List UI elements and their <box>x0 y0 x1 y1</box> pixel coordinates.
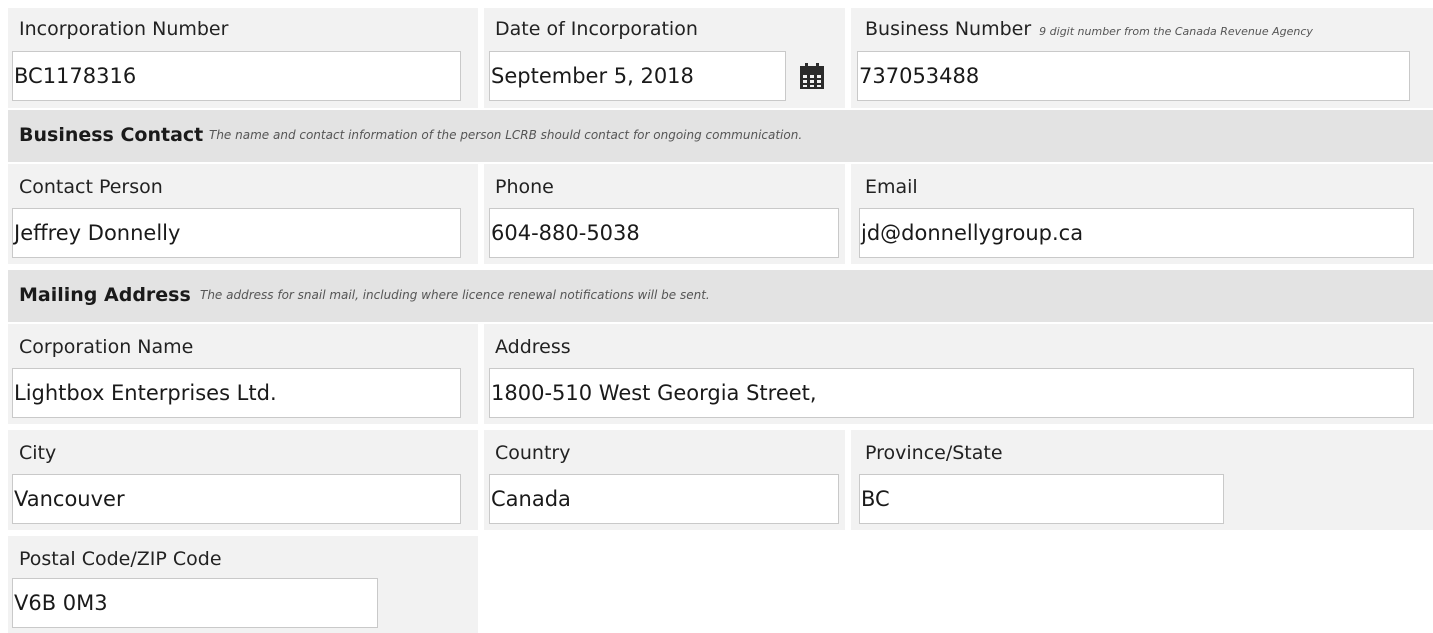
calendar-icon[interactable] <box>800 63 824 89</box>
email-input[interactable]: jd@donnellygroup.ca <box>859 208 1414 258</box>
business-number-hint: 9 digit number from the Canada Revenue A… <box>1039 25 1313 38</box>
date-of-incorporation-label: Date of Incorporation <box>495 18 698 40</box>
city-group: City Vancouver <box>8 430 478 530</box>
business-number-label: Business Number 9 digit number from the C… <box>865 17 1313 44</box>
country-label: Country <box>495 442 571 464</box>
postal-code-group: Postal Code/ZIP Code V6B 0M3 <box>8 536 478 633</box>
business-contact-header: Business Contact The name and contact in… <box>8 110 1433 162</box>
province-state-group: Province/State BC <box>851 430 1433 530</box>
email-label: Email <box>865 176 918 198</box>
corporation-name-group: Corporation Name Lightbox Enterprises Lt… <box>8 324 478 424</box>
mailing-address-header: Mailing Address The address for snail ma… <box>8 270 1433 322</box>
email-group: Email jd@donnellygroup.ca <box>851 164 1433 264</box>
postal-code-input[interactable]: V6B 0M3 <box>12 578 378 628</box>
business-number-group: Business Number 9 digit number from the C… <box>851 8 1433 108</box>
contact-person-group: Contact Person Jeffrey Donnelly <box>8 164 478 264</box>
contact-person-label: Contact Person <box>19 176 163 198</box>
corporation-name-input[interactable]: Lightbox Enterprises Ltd. <box>12 368 461 418</box>
incorporation-number-input[interactable]: BC1178316 <box>12 51 461 101</box>
address-group: Address 1800-510 West Georgia Street, <box>484 324 1433 424</box>
address-input[interactable]: 1800-510 West Georgia Street, <box>489 368 1414 418</box>
postal-code-label: Postal Code/ZIP Code <box>19 548 222 570</box>
business-contact-description: The name and contact information of the … <box>209 128 803 142</box>
business-number-input[interactable]: 737053488 <box>857 51 1410 101</box>
corporation-name-label: Corporation Name <box>19 336 194 358</box>
phone-label: Phone <box>495 176 554 198</box>
business-number-label-text: Business Number <box>865 18 1032 40</box>
country-input[interactable]: Canada <box>489 474 839 524</box>
address-label: Address <box>495 336 571 358</box>
mailing-address-description: The address for snail mail, including wh… <box>200 288 710 302</box>
country-group: Country Canada <box>484 430 845 530</box>
date-of-incorporation-group: Date of Incorporation September 5, 2018 <box>484 8 845 108</box>
province-state-input[interactable]: BC <box>859 474 1224 524</box>
mailing-address-title: Mailing Address <box>19 284 191 306</box>
incorporation-number-label: Incorporation Number <box>19 18 229 40</box>
date-of-incorporation-input[interactable]: September 5, 2018 <box>489 51 786 101</box>
city-input[interactable]: Vancouver <box>12 474 461 524</box>
incorporation-number-group: Incorporation Number BC1178316 <box>8 8 478 108</box>
province-state-label: Province/State <box>865 442 1003 464</box>
phone-group: Phone 604-880-5038 <box>484 164 845 264</box>
city-label: City <box>19 442 57 464</box>
contact-person-input[interactable]: Jeffrey Donnelly <box>12 208 461 258</box>
phone-input[interactable]: 604-880-5038 <box>489 208 839 258</box>
business-contact-title: Business Contact <box>19 124 204 146</box>
